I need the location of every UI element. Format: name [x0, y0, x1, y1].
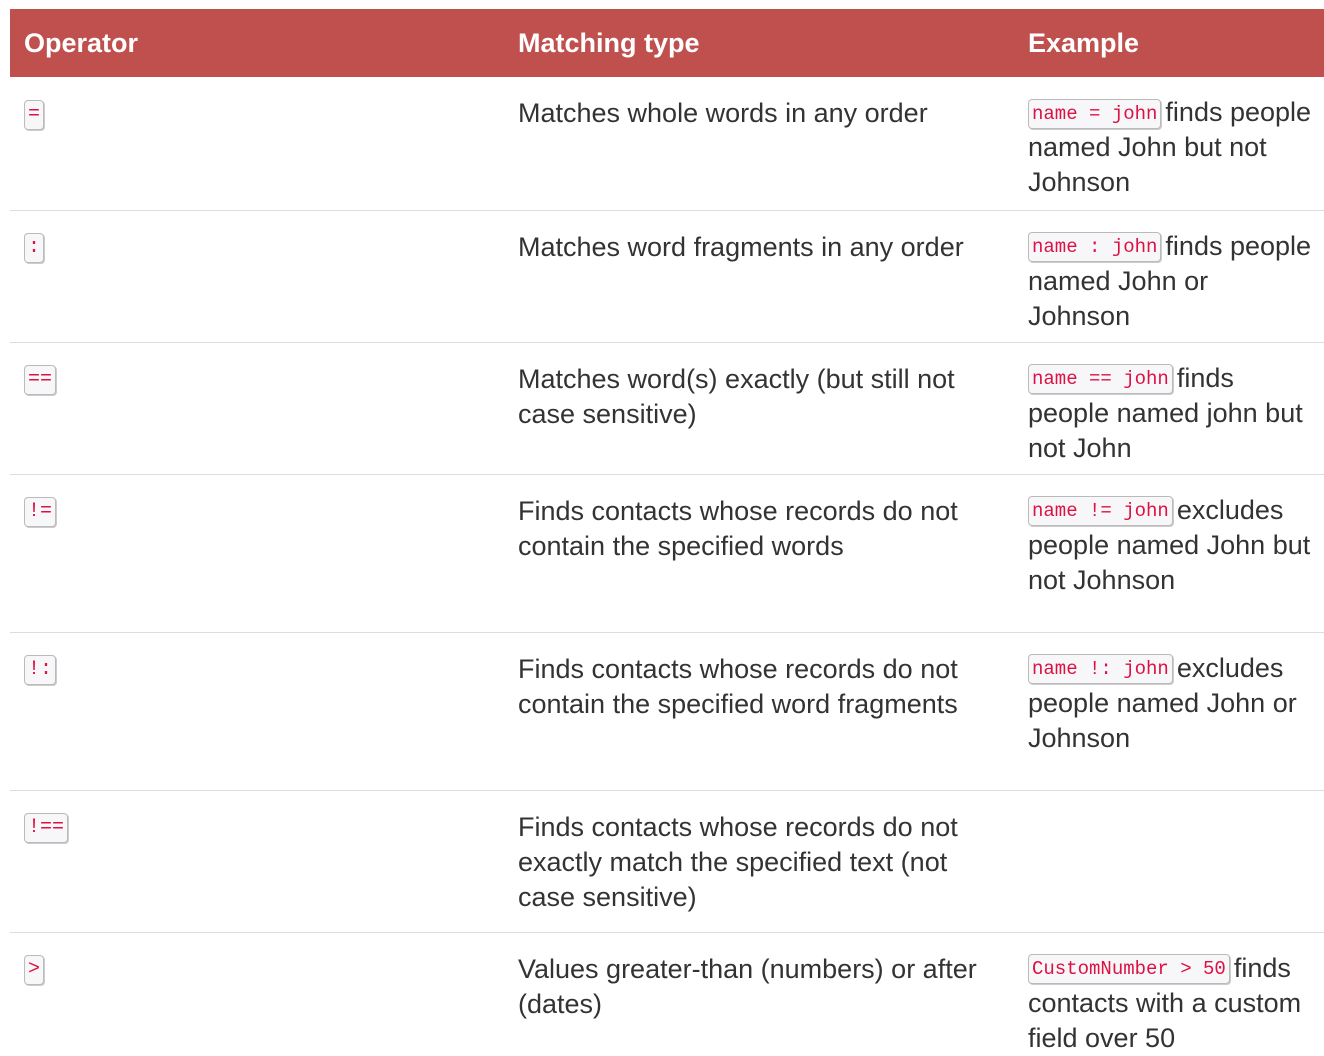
operator-code: =: [24, 99, 45, 130]
operator-code: ==: [24, 365, 57, 396]
operator-code: !:: [24, 655, 57, 686]
operator-cell: =: [10, 77, 504, 211]
example-cell: [1016, 790, 1324, 933]
operator-cell: ==: [10, 342, 504, 475]
example-code: name : john: [1028, 232, 1162, 263]
matching-type-cell: Finds contacts whose records do not cont…: [504, 474, 1016, 633]
example-code: name == john: [1028, 364, 1173, 395]
operator-code: !==: [24, 813, 69, 844]
table-row: = Matches whole words in any order name …: [10, 77, 1324, 211]
header-row: Operator Matching type Example: [10, 9, 1324, 77]
header-operator: Operator: [10, 9, 504, 77]
matching-type-cell: Finds contacts whose records do not cont…: [504, 632, 1016, 791]
operator-code: :: [24, 233, 45, 264]
example-cell: name !: john excludes people named John o…: [1016, 632, 1324, 791]
matching-type-cell: Matches word(s) exactly (but still not c…: [504, 342, 1016, 475]
example-cell: name == john finds people named john but …: [1016, 342, 1324, 475]
matching-type-cell: Finds contacts whose records do not exac…: [504, 790, 1016, 933]
operator-code: >: [24, 955, 45, 986]
table-body: = Matches whole words in any order name …: [10, 77, 1324, 1056]
example-cell: name = john finds people named John but n…: [1016, 77, 1324, 211]
table-row: == Matches word(s) exactly (but still no…: [10, 342, 1324, 475]
example-cell: name : john finds people named John or Jo…: [1016, 210, 1324, 343]
operator-cell: !=: [10, 474, 504, 633]
table-row: > Values greater-than (numbers) or after…: [10, 932, 1324, 1056]
table-row: : Matches word fragments in any order na…: [10, 210, 1324, 343]
table-row: != Finds contacts whose records do not c…: [10, 474, 1324, 633]
table-row: !: Finds contacts whose records do not c…: [10, 632, 1324, 791]
operator-code: !=: [24, 497, 57, 528]
header-example: Example: [1016, 9, 1324, 77]
example-code: CustomNumber > 50: [1028, 954, 1230, 985]
example-code: name = john: [1028, 98, 1162, 129]
operator-cell: !==: [10, 790, 504, 933]
example-cell: name != john excludes people named John b…: [1016, 474, 1324, 633]
example-code: name != john: [1028, 496, 1173, 527]
table-row: !== Finds contacts whose records do not …: [10, 790, 1324, 933]
operator-cell: >: [10, 932, 504, 1056]
example-cell: CustomNumber > 50 finds contacts with a c…: [1016, 932, 1324, 1056]
matching-type-cell: Matches whole words in any order: [504, 77, 1016, 211]
operator-cell: :: [10, 210, 504, 343]
example-code: name !: john: [1028, 654, 1173, 685]
table-header: Operator Matching type Example: [10, 9, 1324, 77]
operator-cell: !:: [10, 632, 504, 791]
operators-table: Operator Matching type Example = Matches…: [10, 9, 1324, 1056]
matching-type-cell: Values greater-than (numbers) or after (…: [518, 953, 977, 1019]
matching-type-cell: Matches word fragments in any order: [504, 210, 1016, 343]
header-matching-type: Matching type: [504, 9, 1016, 77]
